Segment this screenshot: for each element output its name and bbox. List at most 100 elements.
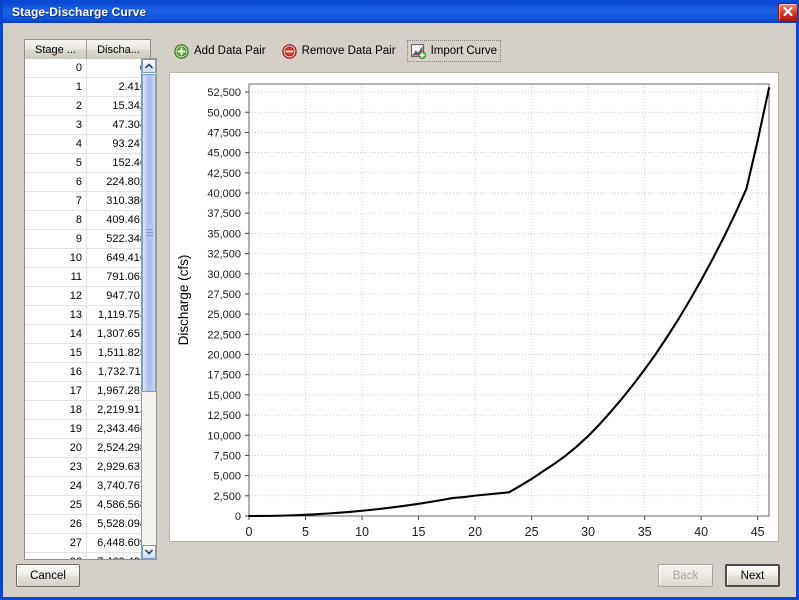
table-row[interactable]: 7 310.386 [25, 192, 150, 211]
add-data-pair-button[interactable]: Add Data Pair [169, 40, 271, 62]
cancel-button[interactable]: Cancel [16, 564, 80, 587]
cell-stage[interactable]: 25 [25, 496, 87, 514]
stage-discharge-chart[interactable]: 0 2,500 5,000 7,500 10,000 12,500 15,000 17,500… [169, 72, 779, 542]
remove-data-pair-button[interactable]: Remove Data Pair [277, 40, 401, 62]
table-row[interactable]: 3 47.304 [25, 116, 150, 135]
table-row[interactable]: 1 2.416 [25, 78, 150, 97]
table-row[interactable]: 5 152.46 [25, 154, 150, 173]
cell-stage[interactable]: 26 [25, 515, 87, 533]
minus-circle-red-icon [281, 43, 297, 59]
cell-stage[interactable]: 16 [25, 363, 87, 381]
cell-stage[interactable]: 3 [25, 116, 87, 134]
cell-stage[interactable]: 17 [25, 382, 87, 400]
chart-canvas: 0 2,500 5,000 7,500 10,000 12,500 15,000 17,500… [176, 83, 771, 539]
cell-stage[interactable]: 0 [25, 59, 87, 77]
table-row[interactable]: 24 3,740.767 [25, 477, 150, 496]
add-data-pair-label: Add Data Pair [194, 45, 266, 57]
table-row[interactable]: 00 [25, 59, 150, 78]
next-button[interactable]: Next [725, 564, 780, 587]
table-row[interactable]: 12 947.701 [25, 287, 150, 306]
table-row[interactable]: 15 1,511.825 [25, 344, 150, 363]
y-tick-label: 50,000 [207, 107, 241, 119]
cell-stage[interactable]: 14 [25, 325, 87, 343]
cell-stage[interactable]: 7 [25, 192, 87, 210]
x-tick-label: 30 [581, 525, 595, 539]
x-tick-label: 15 [412, 525, 426, 539]
scroll-down-button[interactable] [142, 545, 156, 559]
cell-stage[interactable]: 4 [25, 135, 87, 153]
table-row[interactable]: 20 2,524.298 [25, 439, 150, 458]
cell-stage[interactable]: 9 [25, 230, 87, 248]
table-row[interactable]: 26 5,528.094 [25, 515, 150, 534]
cell-stage[interactable]: 11 [25, 268, 87, 286]
table-row[interactable]: 25 4,586.568 [25, 496, 150, 515]
cell-stage[interactable]: 19 [25, 420, 87, 438]
scrollbar-thumb[interactable] [142, 74, 156, 392]
cell-stage[interactable]: 28 [25, 553, 87, 559]
cell-stage[interactable]: 6 [25, 173, 87, 191]
table-row[interactable]: 27 6,448.609 [25, 534, 150, 553]
table-row[interactable]: 6 224.802 [25, 173, 150, 192]
import-curve-label: Import Curve [430, 45, 498, 57]
cell-stage[interactable]: 23 [25, 458, 87, 476]
y-tick-label: 45,000 [207, 148, 241, 160]
plus-circle-green-icon [174, 43, 189, 59]
chart-toolbar: Add Data Pair Remove Data Pair Import Cu… [169, 40, 507, 62]
y-tick-label: 47,500 [207, 127, 241, 139]
x-tick-label: 5 [302, 525, 309, 539]
window-title: Stage-Discharge Curve [12, 4, 147, 19]
table-row[interactable]: 14 1,307.651 [25, 325, 150, 344]
chevron-down-icon [145, 549, 153, 555]
table-row[interactable]: 2 15.342 [25, 97, 150, 116]
scroll-up-button[interactable] [142, 59, 156, 73]
table-row[interactable]: 17 1,967.281 [25, 382, 150, 401]
table-row[interactable]: 10 649.416 [25, 249, 150, 268]
scrollbar-grip [146, 229, 153, 237]
cell-stage[interactable]: 8 [25, 211, 87, 229]
table-row[interactable]: 9 522.348 [25, 230, 150, 249]
table-scrollbar[interactable] [141, 58, 157, 560]
cell-stage[interactable]: 18 [25, 401, 87, 419]
cell-stage[interactable]: 2 [25, 97, 87, 115]
title-bar: Stage-Discharge Curve [3, 0, 799, 23]
table-row[interactable]: 19 2,343.466 [25, 420, 150, 439]
x-tick-label: 45 [751, 525, 765, 539]
import-curve-button[interactable]: Import Curve [406, 40, 502, 62]
x-tick-label: 25 [525, 525, 539, 539]
y-tick-label: 35,000 [207, 228, 241, 240]
x-tick-label: 0 [246, 525, 253, 539]
close-button[interactable] [778, 3, 798, 22]
cell-stage[interactable]: 27 [25, 534, 87, 552]
y-tick-label: 37,500 [207, 208, 241, 220]
table-row[interactable]: 287,463.436 [25, 553, 150, 559]
column-header-discharge[interactable]: Discha... [87, 40, 150, 59]
remove-data-pair-label: Remove Data Pair [301, 45, 396, 57]
table-row[interactable]: 11 791.063 [25, 268, 150, 287]
cell-stage[interactable]: 13 [25, 306, 87, 324]
cell-stage[interactable]: 10 [25, 249, 87, 267]
cell-stage[interactable]: 20 [25, 439, 87, 457]
table-row[interactable]: 18 2,219.913 [25, 401, 150, 420]
x-tick-label: 40 [694, 525, 708, 539]
close-x-icon [783, 6, 793, 17]
table-row[interactable]: 23 2,929.637 [25, 458, 150, 477]
y-tick-label: 15,000 [207, 390, 241, 402]
table-row[interactable]: 4 93.247 [25, 135, 150, 154]
stage-discharge-table[interactable]: Stage ... Discha... 0012.416215.342347.3… [24, 39, 151, 560]
cell-stage[interactable]: 5 [25, 154, 87, 172]
cell-stage[interactable]: 24 [25, 477, 87, 495]
table-body: 0012.416215.342347.304493.2475152.466224… [25, 59, 150, 559]
table-row[interactable]: 16 1,732.711 [25, 363, 150, 382]
y-tick-label: 0 [235, 511, 241, 523]
table-row[interactable]: 8 409.461 [25, 211, 150, 230]
cell-stage[interactable]: 1 [25, 78, 87, 96]
cell-stage[interactable]: 15 [25, 344, 87, 362]
back-button: Back [658, 564, 713, 587]
table-header-row: Stage ... Discha... [25, 40, 150, 60]
column-header-stage[interactable]: Stage ... [25, 40, 87, 59]
cell-stage[interactable]: 12 [25, 287, 87, 305]
y-tick-label: 27,500 [207, 289, 241, 301]
y-tick-label: 22,500 [207, 329, 241, 341]
table-row[interactable]: 13 1,119.753 [25, 306, 150, 325]
y-axis-title: Discharge (cfs) [176, 255, 191, 346]
